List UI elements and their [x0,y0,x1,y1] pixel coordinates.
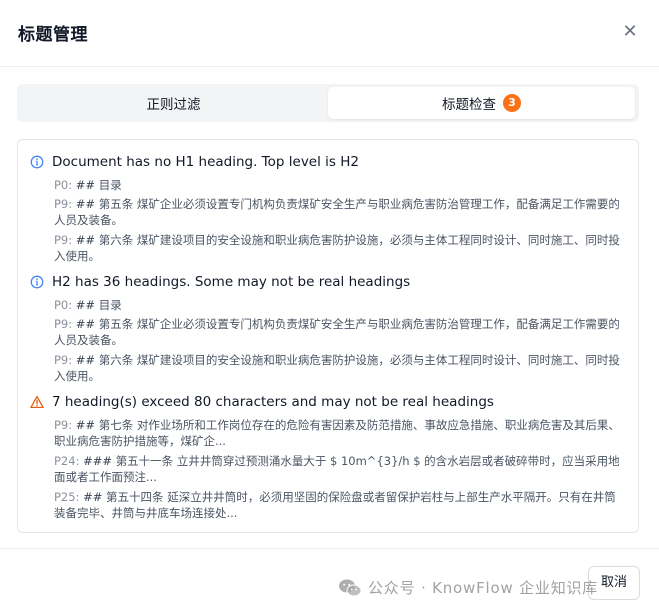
item-prefix: P9: [54,197,73,211]
item-prefix: P9: [54,317,73,331]
close-icon[interactable]: ✕ [620,22,640,42]
tab-regex-filter[interactable]: 正则过滤 [20,87,327,119]
item-text: 第五条 煤矿企业必须设置专门机构负责煤矿安全生产与职业病危害防治管理工作，配备满… [54,197,620,227]
tab-label: 正则过滤 [146,97,201,113]
issue-header: H2 has 36 headings. Some may not be real… [30,274,410,290]
item-prefix: P25: [54,490,80,504]
item-hashes: ### [83,454,113,468]
dialog: 标题管理 ✕ 正则过滤 标题检查 3 Document has no H1 he… [0,0,659,615]
item-text: 目录 [98,298,122,312]
dialog-title: 标题管理 [18,25,88,45]
list-item: P0: ## 目录 [54,177,620,193]
list-item: P0: ## 目录 [54,297,620,313]
dialog-header: 标题管理 ✕ [0,0,659,67]
list-item: P9: ## 第六条 煤矿建设项目的安全设施和职业病危害防护设施，必须与主体工程… [54,232,620,264]
item-text: 目录 [98,178,122,192]
list-item: P25: ## 第五十四条 延深立井井筒时，必须用坚固的保险盘或者留保护岩柱与上… [54,489,620,521]
item-hashes: ## [75,353,96,367]
list-item: P9: ## 第六条 煤矿建设项目的安全设施和职业病危害防护设施，必须与主体工程… [54,352,620,384]
info-icon [30,275,44,289]
issues-panel[interactable]: Document has no H1 heading. Top level is… [17,139,639,533]
item-prefix: P9: [54,233,73,247]
item-prefix: P9: [54,353,73,367]
tab-label: 标题检查 [442,97,496,113]
item-hashes: ## [75,178,96,192]
item-hashes: ## [75,233,96,247]
item-text: 第六条 煤矿建设项目的安全设施和职业病危害防护设施，必须与主体工程同时设计、同时… [54,233,620,263]
issue-title: Document has no H1 heading. Top level is… [52,154,359,170]
item-prefix: P0: [54,178,73,192]
item-text: 第七条 对作业场所和工作岗位存在的危险有害因素及防范措施、事故应急措施、职业病危… [54,418,620,448]
tab-bar: 正则过滤 标题检查 3 [17,84,639,122]
item-hashes: ## [75,418,96,432]
list-item: P9: ## 第五条 煤矿企业必须设置专门机构负责煤矿安全生产与职业病危害防治管… [54,196,620,228]
list-item: P24: ### 第五十一条 立井井筒穿过预测涌水量大于 $ 10m^{3}/h… [54,453,620,485]
item-prefix: P9: [54,418,73,432]
issue-header: Document has no H1 heading. Top level is… [30,154,359,170]
watermark-text: 公众号 · KnowFlow 企业知识库 [368,579,599,597]
watermark: 公众号 · KnowFlow 企业知识库 [338,577,598,598]
item-prefix: P0: [54,298,73,312]
item-hashes: ## [75,197,96,211]
item-text: 第五十四条 延深立井井筒时，必须用坚固的保险盘或者留保护岩柱与上部生产水平隔开。… [54,490,616,520]
tab-heading-check[interactable]: 标题检查 3 [328,87,635,119]
issue-title: 7 heading(s) exceed 80 characters and ma… [52,394,494,410]
count-badge: 3 [503,94,521,112]
issue-title: H2 has 36 headings. Some may not be real… [52,274,411,290]
item-text: 第六条 煤矿建设项目的安全设施和职业病危害防护设施，必须与主体工程同时设计、同时… [54,353,620,383]
item-text: 第五条 煤矿企业必须设置专门机构负责煤矿安全生产与职业病危害防治管理工作，配备满… [54,317,620,347]
warning-icon [30,395,44,409]
item-text: 第五十一条 立井井筒穿过预测涌水量大于 $ 10m^{3}/h $ 的含水岩层或… [54,454,620,484]
wechat-icon [339,579,362,596]
issue-header: 7 heading(s) exceed 80 characters and ma… [30,394,494,410]
item-hashes: ## [75,298,96,312]
list-item: P9: ## 第七条 对作业场所和工作岗位存在的危险有害因素及防范措施、事故应急… [54,417,620,449]
item-hashes: ## [83,490,103,504]
item-prefix: P24: [54,454,80,468]
info-icon [30,155,44,169]
item-hashes: ## [75,317,96,331]
list-item: P9: ## 第五条 煤矿企业必须设置专门机构负责煤矿安全生产与职业病危害防治管… [54,316,620,348]
